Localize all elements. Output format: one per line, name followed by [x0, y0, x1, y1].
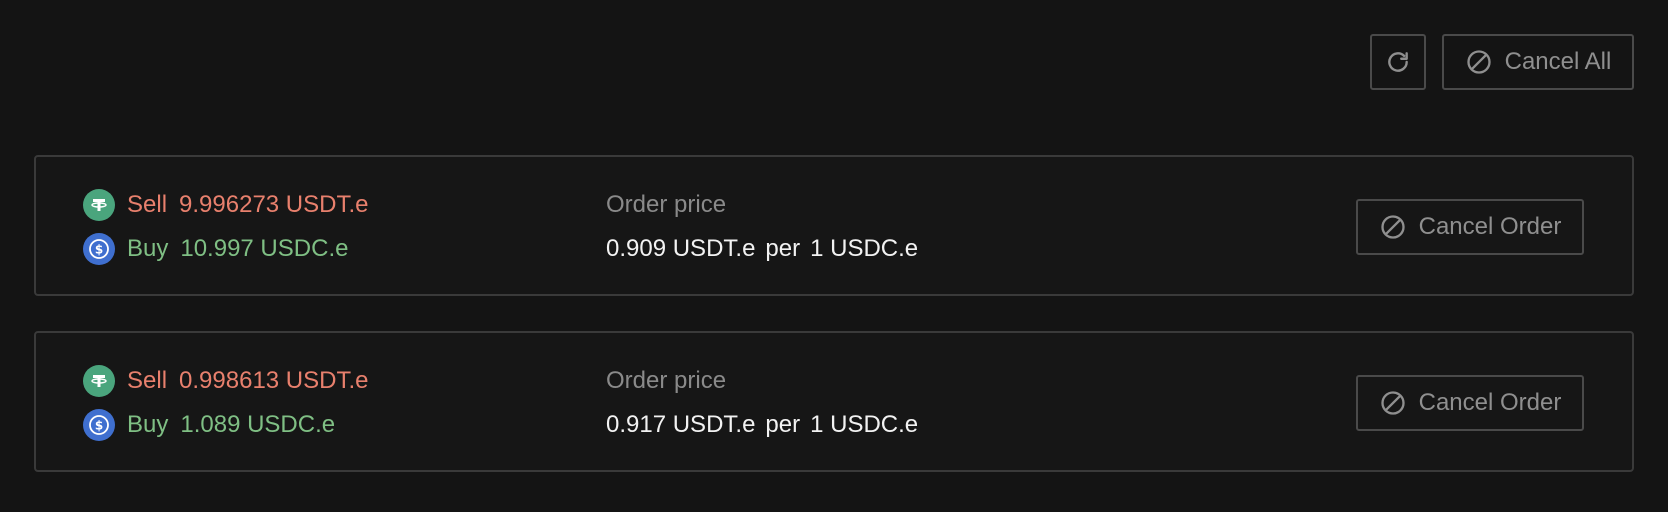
open-orders-panel: Cancel All Sell 9.996273 USDT.e $ Buy 10…	[0, 0, 1668, 512]
cancel-order-button[interactable]: Cancel Order	[1356, 375, 1584, 431]
price-base: 1 USDC.e	[810, 235, 919, 262]
sell-label: Sell	[127, 367, 168, 394]
price-base: 1 USDC.e	[810, 411, 919, 438]
buy-amount: 10.997 USDC.e	[180, 235, 349, 262]
refresh-icon	[1385, 49, 1411, 75]
sell-row: Sell 9.996273 USDT.e	[83, 189, 369, 221]
price-per: per	[765, 235, 801, 262]
cancel-order-label: Cancel Order	[1418, 213, 1562, 240]
svg-text:$: $	[95, 243, 103, 257]
buy-row: $ Buy 10.997 USDC.e	[83, 233, 369, 265]
cancel-order-button[interactable]: Cancel Order	[1356, 199, 1584, 255]
sell-label: Sell	[127, 191, 168, 218]
usdt-token-icon	[83, 189, 115, 221]
order-price-title: Order price	[606, 367, 727, 394]
ban-icon	[1379, 213, 1407, 241]
orders-toolbar: Cancel All	[1370, 34, 1634, 90]
svg-text:$: $	[95, 419, 103, 433]
ban-icon	[1379, 389, 1407, 417]
price-per: per	[765, 411, 801, 438]
usdc-token-icon: $	[83, 409, 115, 441]
order-card: Sell 0.998613 USDT.e $ Buy 1.089 USDC.e …	[34, 331, 1634, 472]
order-amounts: Sell 9.996273 USDT.e $ Buy 10.997 USDC.e	[83, 189, 369, 265]
usdt-token-icon	[83, 365, 115, 397]
buy-row: $ Buy 1.089 USDC.e	[83, 409, 369, 441]
buy-label: Buy	[127, 411, 169, 438]
usdc-token-icon: $	[83, 233, 115, 265]
sell-amount: 9.996273 USDT.e	[179, 191, 369, 218]
order-price-block: Order price 0.917 USDT.e per 1 USDC.e	[606, 365, 928, 441]
order-price-value: 0.917 USDT.e per 1 USDC.e	[606, 409, 928, 441]
order-price-block: Order price 0.909 USDT.e per 1 USDC.e	[606, 189, 928, 265]
cancel-all-button[interactable]: Cancel All	[1442, 34, 1634, 90]
order-price-value: 0.909 USDT.e per 1 USDC.e	[606, 233, 928, 265]
cancel-order-label: Cancel Order	[1418, 389, 1562, 416]
order-card: Sell 9.996273 USDT.e $ Buy 10.997 USDC.e…	[34, 155, 1634, 296]
buy-label: Buy	[127, 235, 169, 262]
refresh-button[interactable]	[1370, 34, 1426, 90]
buy-amount: 1.089 USDC.e	[180, 411, 336, 438]
cancel-all-label: Cancel All	[1504, 48, 1612, 75]
price-amount: 0.909 USDT.e	[606, 235, 756, 262]
sell-amount: 0.998613 USDT.e	[179, 367, 369, 394]
sell-row: Sell 0.998613 USDT.e	[83, 365, 369, 397]
order-amounts: Sell 0.998613 USDT.e $ Buy 1.089 USDC.e	[83, 365, 369, 441]
price-amount: 0.917 USDT.e	[606, 411, 756, 438]
ban-icon	[1465, 48, 1493, 76]
order-price-title: Order price	[606, 191, 727, 218]
